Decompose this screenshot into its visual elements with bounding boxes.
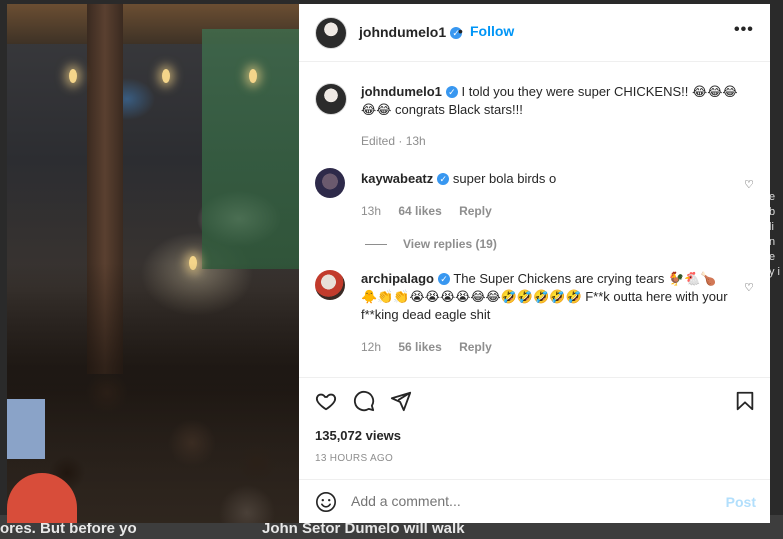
verified-badge-icon: ✓ [437,173,450,185]
comment-time: 12h [361,340,382,354]
share-paper-plane-icon[interactable] [390,390,412,412]
post-panel: johndumelo1 ✓ • Follow ••• johndumelo1 ✓ I… [299,4,770,523]
avatar[interactable] [315,168,345,198]
background-right-text: e b li n e y i [769,191,780,278]
follow-button[interactable]: Follow [470,23,514,39]
add-comment-input[interactable] [351,493,691,509]
comment: kaywabeatz ✓ super bola birds o [361,170,731,188]
views-count[interactable]: 135,072 views [315,428,401,443]
post-timestamp: 13 HOURS AGO [315,453,394,464]
post-username[interactable]: johndumelo1 [359,24,446,40]
comment-likes[interactable]: 56 likes [398,340,441,354]
avatar[interactable] [315,270,345,300]
comment-time: 13h [361,204,382,218]
video-scene-lamp [162,69,170,83]
comment-meta: 12h 56 likes Reply [361,340,506,354]
avatar[interactable] [315,17,347,49]
comment: archipalago ✓ The Super Chickens are cryi… [361,270,731,324]
caption-username[interactable]: johndumelo1 [361,84,442,99]
separator: • [458,23,463,39]
comment-text: super bola birds o [452,171,557,186]
comment-composer: Post [299,479,770,525]
post-video[interactable] [7,4,299,523]
save-bookmark-icon[interactable] [734,390,756,412]
comments-section: johndumelo1 ✓ I told you they were super … [299,62,770,382]
like-comment-heart-icon[interactable]: ♡ [744,281,754,294]
post-author: johndumelo1 ✓ [359,24,463,40]
comment-likes[interactable]: 64 likes [398,204,441,218]
comment-username[interactable]: archipalago [361,271,434,286]
comment-username[interactable]: kaywabeatz [361,171,433,186]
reply-button[interactable]: Reply [459,340,492,354]
post-actions: 135,072 views 13 HOURS AGO Post [299,377,770,524]
emoji-smiley-icon[interactable] [315,491,337,513]
comment-bubble-icon[interactable] [353,390,375,412]
verified-badge-icon: ✓ [437,273,450,285]
video-scene-lamp [249,69,257,83]
verified-badge-icon: ✓ [445,86,458,98]
view-replies-button[interactable]: View replies (19) [365,237,497,251]
avatar[interactable] [315,83,347,115]
caption: johndumelo1 ✓ I told you they were super … [361,83,751,119]
post-comment-button[interactable]: Post [726,494,756,510]
reply-button[interactable]: Reply [459,204,492,218]
video-scene-person [7,399,45,459]
post-header: johndumelo1 ✓ • Follow ••• [299,4,770,62]
video-scene-lamp [69,69,77,83]
like-comment-heart-icon[interactable]: ♡ [744,178,754,191]
caption-edited: Edited · 13h [361,134,426,148]
comment-meta: 13h 64 likes Reply [361,204,506,218]
video-scene-green-wall [202,29,299,269]
like-heart-icon[interactable] [315,390,337,412]
more-options-icon[interactable]: ••• [734,21,754,39]
